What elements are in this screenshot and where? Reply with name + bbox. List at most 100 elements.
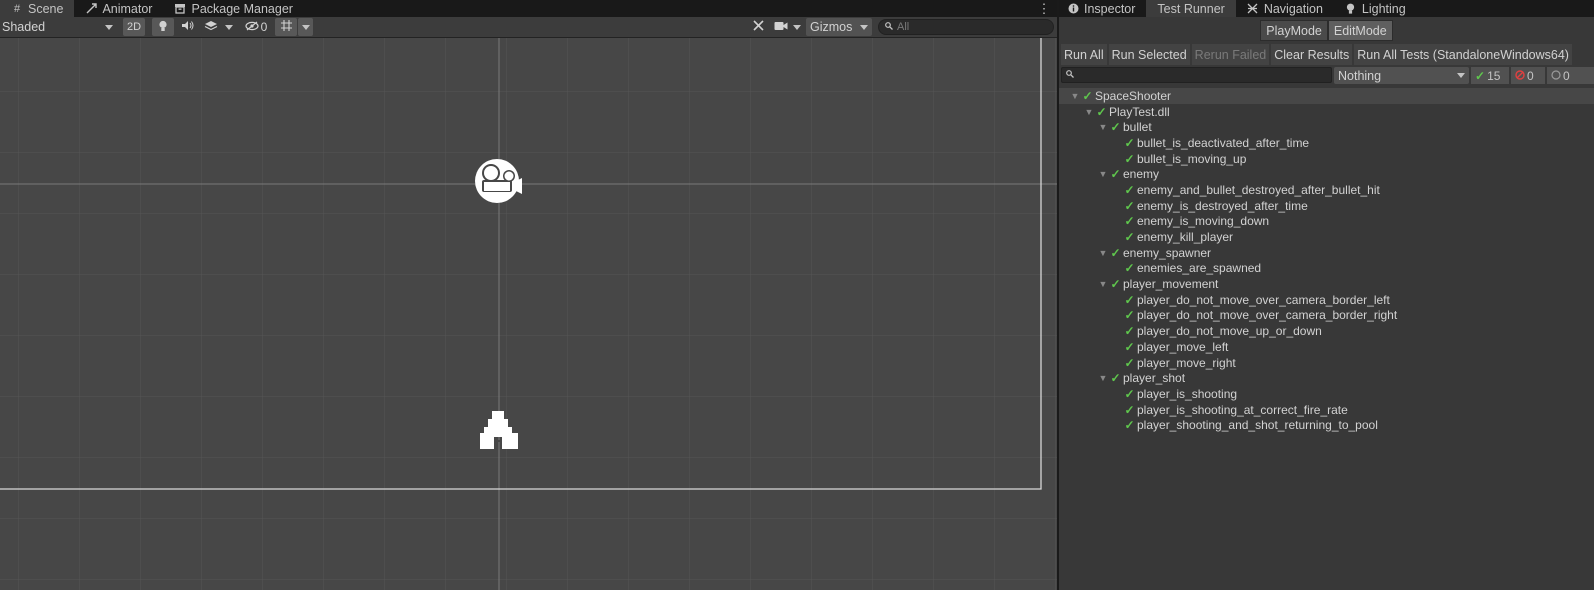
run-all-button[interactable]: Run All bbox=[1061, 44, 1107, 65]
test-tree-item[interactable]: ✓ enemy_is_moving_down bbox=[1059, 214, 1594, 230]
category-filter-label: Nothing bbox=[1338, 68, 1382, 83]
test-tree-group[interactable]: ▼ ✓ bullet bbox=[1059, 119, 1594, 135]
search-icon bbox=[1066, 70, 1074, 80]
chevron-down-icon[interactable]: ▼ bbox=[1069, 90, 1081, 102]
category-filter-dropdown[interactable]: Nothing bbox=[1334, 67, 1469, 84]
toggle-2d-button[interactable]: 2D bbox=[123, 18, 145, 36]
clear-results-button[interactable]: Clear Results bbox=[1271, 44, 1353, 65]
passed-count-toggle[interactable]: ✓ 15 bbox=[1471, 67, 1509, 84]
lightbulb-icon bbox=[158, 20, 168, 35]
check-icon: ✓ bbox=[1124, 418, 1135, 433]
tab-package-manager-label: Package Manager bbox=[191, 1, 293, 16]
grid-dropdown-button[interactable] bbox=[298, 18, 313, 36]
shading-mode-dropdown[interactable]: Shaded bbox=[0, 18, 117, 36]
test-tree-item[interactable]: ✓ player_do_not_move_up_or_down bbox=[1059, 323, 1594, 339]
camera-settings-button[interactable] bbox=[770, 18, 792, 36]
skipped-count-toggle[interactable]: 0 bbox=[1547, 67, 1594, 84]
tab-inspector[interactable]: Inspector bbox=[1059, 0, 1146, 17]
tools-button[interactable] bbox=[748, 18, 768, 36]
check-icon: ✓ bbox=[1124, 230, 1135, 245]
chevron-down-icon[interactable]: ▼ bbox=[1097, 372, 1109, 384]
test-tree-item[interactable]: ✓ enemies_are_spawned bbox=[1059, 261, 1594, 277]
test-search-input[interactable] bbox=[1061, 67, 1332, 83]
audio-toggle-button[interactable] bbox=[176, 18, 198, 36]
check-icon: ✓ bbox=[1110, 371, 1121, 386]
scene-viewport[interactable] bbox=[0, 38, 1057, 590]
test-tree-item[interactable]: ✓ player_do_not_move_over_camera_border_l… bbox=[1059, 292, 1594, 308]
test-tree-label: enemy_is_destroyed_after_time bbox=[1137, 198, 1308, 213]
toggle-2d-label: 2D bbox=[126, 21, 142, 33]
test-tree-item[interactable]: ✓ player_move_right bbox=[1059, 355, 1594, 371]
run-all-tests-standalone-button[interactable]: Run All Tests (StandaloneWindows64) bbox=[1354, 44, 1572, 65]
grid-toggle-button[interactable] bbox=[275, 18, 297, 36]
effects-toggle-button[interactable] bbox=[200, 18, 222, 36]
test-tree-label: enemy_and_bullet_destroyed_after_bullet_… bbox=[1137, 182, 1380, 197]
editmode-button[interactable]: EditMode bbox=[1327, 20, 1393, 41]
test-tree-label: player_do_not_move_over_camera_border_le… bbox=[1137, 292, 1390, 307]
layers-icon bbox=[204, 20, 218, 35]
scene-tab-bar: # Scene Animator Package Manager bbox=[0, 0, 1057, 17]
test-tree-item[interactable]: ✓ player_is_shooting bbox=[1059, 386, 1594, 402]
check-icon: ✓ bbox=[1110, 245, 1121, 260]
chevron-down-icon[interactable]: ▼ bbox=[1097, 168, 1109, 180]
test-tree-label: player_is_shooting bbox=[1137, 386, 1238, 401]
tab-animator[interactable]: Animator bbox=[74, 0, 163, 17]
test-tree-item[interactable]: ✓ bullet_is_deactivated_after_time bbox=[1059, 135, 1594, 151]
playmode-label: PlayMode bbox=[1266, 23, 1322, 38]
chevron-down-icon[interactable]: ▼ bbox=[1097, 278, 1109, 290]
run-selected-button[interactable]: Run Selected bbox=[1108, 44, 1190, 65]
check-icon: ✓ bbox=[1475, 68, 1486, 83]
test-tree-group[interactable]: ▼ ✓ player_shot bbox=[1059, 370, 1594, 386]
scene-options-menu-icon[interactable]: ⋮ bbox=[1037, 0, 1051, 17]
scene-search-field[interactable]: All bbox=[878, 19, 1054, 35]
playmode-button[interactable]: PlayMode bbox=[1260, 20, 1328, 41]
tab-package-manager[interactable]: Package Manager bbox=[163, 0, 303, 17]
failed-count-toggle[interactable]: 0 bbox=[1511, 67, 1545, 84]
test-tree-group[interactable]: ▼ ✓ SpaceShooter bbox=[1059, 88, 1594, 104]
chevron-down-icon bbox=[105, 24, 113, 30]
editmode-label: EditMode bbox=[1333, 23, 1387, 38]
chevron-down-icon bbox=[1457, 73, 1465, 78]
rerun-failed-button[interactable]: Rerun Failed bbox=[1191, 44, 1270, 65]
test-tree-item[interactable]: ✓ player_do_not_move_over_camera_border_r… bbox=[1059, 308, 1594, 324]
tab-navigation[interactable]: Navigation bbox=[1236, 0, 1334, 17]
test-tree-item[interactable]: ✓ bullet_is_moving_up bbox=[1059, 151, 1594, 167]
chevron-down-icon bbox=[301, 24, 310, 30]
test-tree-group[interactable]: ▼ ✓ enemy_spawner bbox=[1059, 245, 1594, 261]
check-icon: ✓ bbox=[1110, 120, 1121, 135]
tab-test-runner[interactable]: Test Runner bbox=[1146, 0, 1236, 17]
chevron-down-icon bbox=[860, 24, 868, 30]
chevron-down-icon[interactable]: ▼ bbox=[1097, 121, 1109, 133]
effects-dropdown-button[interactable] bbox=[222, 18, 236, 36]
check-icon: ✓ bbox=[1124, 402, 1135, 417]
tab-lighting[interactable]: Lighting bbox=[1334, 0, 1417, 17]
test-tree-item[interactable]: ✓ enemy_and_bullet_destroyed_after_bullet… bbox=[1059, 182, 1594, 198]
eye-hidden-icon bbox=[245, 21, 259, 34]
tab-scene[interactable]: # Scene bbox=[0, 0, 75, 17]
test-tree-group[interactable]: ▼ ✓ player_movement bbox=[1059, 276, 1594, 292]
navigation-icon bbox=[1247, 3, 1259, 15]
check-icon: ✓ bbox=[1124, 151, 1135, 166]
test-tree-item[interactable]: ✓ player_shooting_and_shot_returning_to_p… bbox=[1059, 417, 1594, 433]
chevron-down-icon[interactable]: ▼ bbox=[1097, 247, 1109, 259]
info-icon bbox=[1067, 3, 1079, 15]
lighting-toggle-button[interactable] bbox=[152, 18, 174, 36]
check-icon: ✓ bbox=[1082, 88, 1093, 103]
test-tree-item[interactable]: ✓ player_is_shooting_at_correct_fire_rate bbox=[1059, 402, 1594, 418]
tab-navigation-label: Navigation bbox=[1263, 1, 1323, 16]
run-selected-label: Run Selected bbox=[1111, 47, 1187, 62]
test-runner-panel: PlayMode EditMode Run All Run Selected R… bbox=[1059, 17, 1594, 590]
scene-grid bbox=[0, 38, 1057, 590]
chevron-down-icon[interactable]: ▼ bbox=[1083, 106, 1095, 118]
test-tree-label: player_move_right bbox=[1137, 355, 1236, 370]
gizmos-dropdown[interactable]: Gizmos bbox=[806, 18, 872, 36]
camera-dropdown-button[interactable] bbox=[792, 18, 802, 36]
test-tree-item[interactable]: ✓ player_move_left bbox=[1059, 339, 1594, 355]
scene-visibility-toggle[interactable]: 0 bbox=[240, 18, 272, 36]
check-icon: ✓ bbox=[1124, 198, 1135, 213]
test-tree-item[interactable]: ✓ enemy_is_destroyed_after_time bbox=[1059, 198, 1594, 214]
test-tree-group[interactable]: ▼ ✓ PlayTest.dll bbox=[1059, 104, 1594, 120]
test-tree-group[interactable]: ▼ ✓ enemy bbox=[1059, 166, 1594, 182]
test-tree-item[interactable]: ✓ enemy_kill_player bbox=[1059, 229, 1594, 245]
test-tree-label: bullet_is_deactivated_after_time bbox=[1137, 135, 1310, 150]
